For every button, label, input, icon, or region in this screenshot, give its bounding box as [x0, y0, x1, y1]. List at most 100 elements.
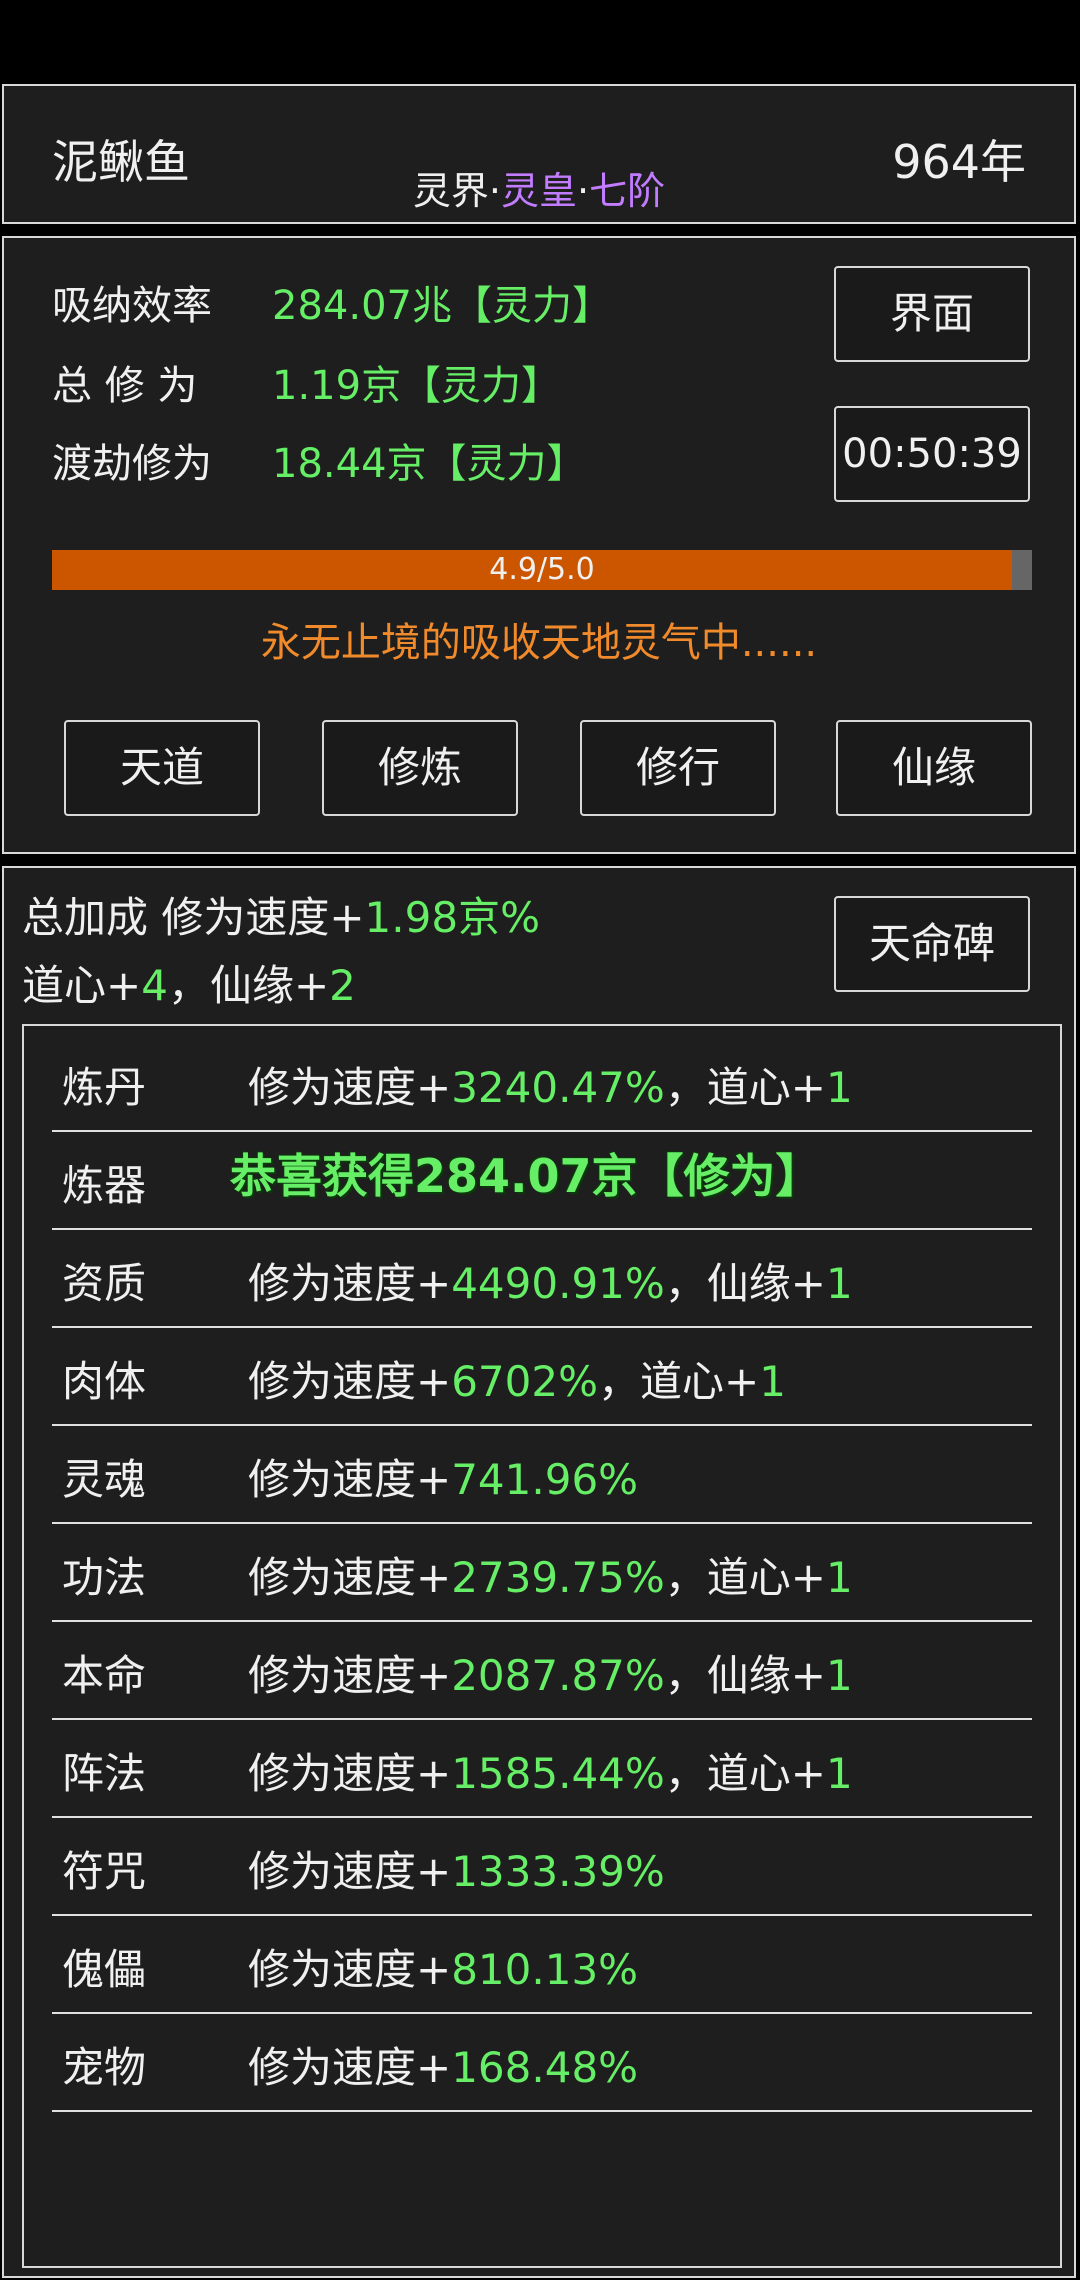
bonus-category: 傀儡 [62, 1945, 147, 1994]
total-bonus-speed: 总加成 修为速度+1.98京% [22, 884, 540, 945]
bonus-category: 宠物 [62, 2043, 147, 2092]
bonus-row[interactable]: 符咒 修为速度+1333.39% [52, 1818, 1032, 1916]
xianyuan-button[interactable]: 仙缘 [836, 720, 1032, 816]
speed-label: 修为速度+ [248, 1063, 452, 1112]
speed-value: 810.13% [451, 1945, 639, 1994]
speed-value: 3240.47% [451, 1063, 665, 1112]
extra-label: ，仙缘+ [664, 1651, 826, 1700]
extra-value: 1 [759, 1357, 786, 1406]
bonus-row[interactable]: 肉体 修为速度+6702%，道心+1 [52, 1328, 1032, 1426]
speed-value: 6702% [451, 1357, 598, 1406]
bonus-category: 肉体 [62, 1357, 147, 1406]
stat-label: 渡劫修为 [52, 441, 212, 487]
header-panel: 泥鳅鱼 灵界·灵皇·七阶 964年 [2, 84, 1076, 224]
bonus-row[interactable]: 宠物 修为速度+168.48% [52, 2014, 1032, 2112]
bonus-category: 阵法 [62, 1749, 147, 1798]
speed-value: 2087.87% [451, 1651, 665, 1700]
bonus-row[interactable]: 傀儡 修为速度+810.13% [52, 1916, 1032, 2014]
bonus-row[interactable]: 炼丹 修为速度+3240.47%，道心+1 [52, 1034, 1032, 1132]
daoxin-label: 道心+ [22, 961, 142, 1010]
realm-rank: 灵皇 [500, 169, 577, 213]
interface-button[interactable]: 界面 [834, 266, 1030, 362]
stat-absorb-rate: 吸纳效率 284.07兆【灵力】 [52, 278, 612, 334]
bonus-row[interactable]: 资质 修为速度+4490.91%，仙缘+1 [52, 1230, 1032, 1328]
stat-value: 284.07兆【灵力】 [272, 283, 612, 329]
stat-value: 1.19京【灵力】 [272, 363, 562, 409]
age-years: 964年 [892, 135, 1026, 189]
speed-label: 修为速度+ [248, 1455, 452, 1504]
speed-label: 修为速度+ [248, 1749, 452, 1798]
extra-label: ，道心+ [664, 1749, 826, 1798]
extra-label: ，道心+ [664, 1063, 826, 1112]
realm-stage: 七阶 [589, 169, 666, 213]
speed-value: 1585.44% [451, 1749, 665, 1798]
realm-world: 灵界· [412, 169, 501, 213]
status-message: 永无止境的吸收天地灵气中...... [260, 620, 818, 666]
extra-label: ，道心+ [598, 1357, 760, 1406]
realm-separator: · [577, 169, 590, 213]
speed-value: 1333.39% [451, 1847, 665, 1896]
speed-value: 4490.91% [451, 1259, 665, 1308]
bonus-effect: 修为速度+741.96% [248, 1446, 638, 1507]
extra-label: ，仙缘+ [664, 1259, 826, 1308]
speed-label: 修为速度+ [248, 1847, 452, 1896]
progress-text: 4.9/5.0 [489, 552, 595, 587]
extra-value: 1 [826, 1259, 853, 1308]
extra-label: ，道心+ [664, 1553, 826, 1602]
speed-label: 修为速度+ [248, 1945, 452, 1994]
destiny-stele-button[interactable]: 天命碑 [834, 896, 1030, 992]
bonus-row[interactable]: 功法 修为速度+2739.75%，道心+1 [52, 1524, 1032, 1622]
bonus-effect: 修为速度+1333.39% [248, 1838, 665, 1899]
speed-label: 修为速度+ [248, 1259, 452, 1308]
bonus-category: 本命 [62, 1651, 147, 1700]
bonus-category: 灵魂 [62, 1455, 147, 1504]
extra-value: 1 [826, 1651, 853, 1700]
cultivation-progress-bar: 4.9/5.0 [52, 550, 1032, 590]
stat-total-cultivation: 总 修 为 1.19京【灵力】 [52, 358, 561, 414]
extra-value: 1 [826, 1553, 853, 1602]
stat-value: 18.44京【灵力】 [272, 441, 587, 487]
bonus-category: 资质 [62, 1259, 147, 1308]
bonus-effect: 修为速度+6702%，道心+1 [248, 1348, 786, 1409]
bonus-row[interactable]: 阵法 修为速度+1585.44%，道心+1 [52, 1720, 1032, 1818]
bonus-effect: 修为速度+2739.75%，道心+1 [248, 1544, 853, 1605]
xiuxing-button[interactable]: 修行 [580, 720, 776, 816]
tiandao-button[interactable]: 天道 [64, 720, 260, 816]
stat-label: 吸纳效率 [52, 283, 212, 329]
bonus-category: 炼丹 [62, 1063, 147, 1112]
bonus-effect: 修为速度+168.48% [248, 2034, 638, 2095]
bonus-effect: 修为速度+4490.91%，仙缘+1 [248, 1250, 853, 1311]
bonus-row[interactable]: 本命 修为速度+2087.87%，仙缘+1 [52, 1622, 1032, 1720]
bonus-panel: 总加成 修为速度+1.98京% 道心+4，仙缘+2 天命碑 炼丹 修为速度+324… [2, 866, 1076, 2278]
bonus-effect: 修为速度+3240.47%，道心+1 [248, 1054, 853, 1115]
daoxin-value: 4 [141, 961, 168, 1010]
xianyuan-label: ，仙缘+ [167, 961, 330, 1010]
bonus-row[interactable]: 灵魂 修为速度+741.96% [52, 1426, 1032, 1524]
bonus-effect: 修为速度+810.13% [248, 1936, 638, 1997]
xiulian-button[interactable]: 修炼 [322, 720, 518, 816]
bonus-effect: 修为速度+2087.87%，仙缘+1 [248, 1642, 853, 1703]
speed-value: 2739.75% [451, 1553, 665, 1602]
stat-label: 总 修 为 [52, 363, 198, 409]
extra-value: 1 [826, 1063, 853, 1112]
total-bonus-value: 1.98京% [364, 893, 540, 942]
total-bonus-label: 总加成 修为速度+ [22, 893, 365, 942]
timer-display: 00:50:39 [834, 406, 1030, 502]
xianyuan-value: 2 [329, 961, 356, 1010]
speed-label: 修为速度+ [248, 1553, 452, 1602]
extra-value: 1 [826, 1749, 853, 1798]
bonus-category: 功法 [62, 1553, 147, 1602]
speed-label: 修为速度+ [248, 1357, 452, 1406]
speed-label: 修为速度+ [248, 2043, 452, 2092]
speed-label: 修为速度+ [248, 1651, 452, 1700]
speed-value: 168.48% [451, 2043, 639, 2092]
stat-tribulation-cultivation: 渡劫修为 18.44京【灵力】 [52, 436, 587, 492]
status-panel: 吸纳效率 284.07兆【灵力】 总 修 为 1.19京【灵力】 渡劫修为 18.44… [2, 236, 1076, 854]
total-bonus-attributes: 道心+4，仙缘+2 [22, 952, 356, 1013]
bonus-effect: 修为速度+1585.44%，道心+1 [248, 1740, 853, 1801]
bonus-category: 符咒 [62, 1847, 147, 1896]
bonus-category: 炼器 [62, 1161, 147, 1210]
reward-toast: 恭喜获得284.07京【修为】 [230, 1149, 822, 1203]
speed-value: 741.96% [451, 1455, 639, 1504]
bonus-list: 炼丹 修为速度+3240.47%，道心+1 炼器 资质 修为速度+4490.91%，仙缘… [22, 1024, 1062, 2268]
